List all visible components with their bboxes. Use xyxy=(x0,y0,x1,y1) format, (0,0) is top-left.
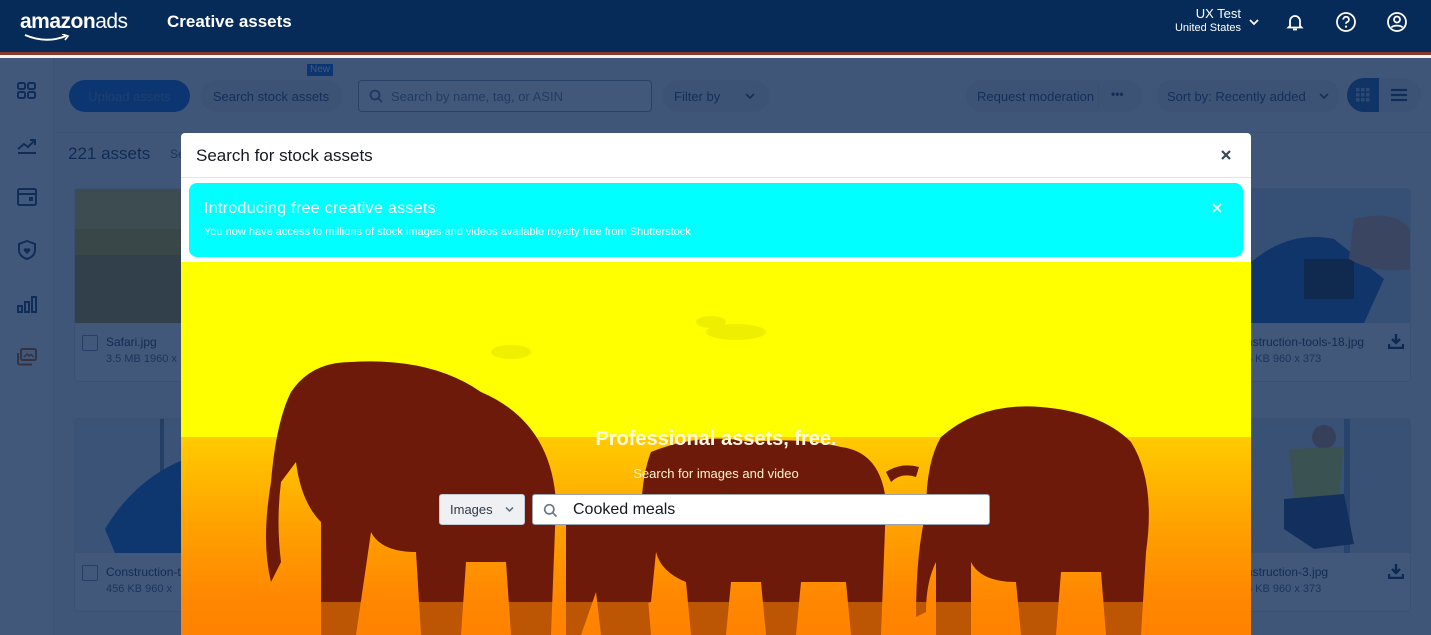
top-header: amazonads Creative assets UX Test United… xyxy=(0,0,1431,55)
logo-text-ads: ads xyxy=(95,10,128,33)
app-title: Creative assets xyxy=(167,12,292,31)
account-country: United States xyxy=(1174,22,1241,34)
stock-search-field[interactable] xyxy=(532,494,990,525)
account-name: UX Test xyxy=(1195,6,1241,21)
dismiss-banner-icon[interactable] xyxy=(1211,202,1223,214)
hero-subtitle: Search for images and video xyxy=(633,466,799,481)
hero-title: Professional assets, free. xyxy=(595,428,837,450)
account-switcher[interactable]: UX Test United States xyxy=(1165,6,1241,35)
banner-text: You now have access to millions of stock… xyxy=(204,226,691,238)
chevron-down-icon[interactable] xyxy=(1248,16,1260,28)
media-type-value: Images xyxy=(450,502,493,517)
notifications-bell-icon[interactable] xyxy=(1284,11,1306,33)
user-profile-icon[interactable] xyxy=(1386,11,1408,33)
close-icon[interactable] xyxy=(1219,148,1233,162)
amazon-smile-icon xyxy=(24,34,70,41)
info-banner: Introducing free creative assets You now… xyxy=(189,183,1243,257)
amazon-ads-logo[interactable]: amazonads xyxy=(20,10,128,41)
media-type-select[interactable]: Images xyxy=(439,494,525,525)
banner-title: Introducing free creative assets xyxy=(204,200,436,217)
stock-search-input[interactable] xyxy=(573,499,973,521)
help-icon[interactable] xyxy=(1335,11,1357,33)
logo-text-amazon: amazon xyxy=(20,10,96,33)
modal-header: Search for stock assets xyxy=(181,133,1251,178)
search-icon xyxy=(543,503,558,518)
chevron-down-icon xyxy=(505,506,514,513)
modal-title: Search for stock assets xyxy=(196,146,373,165)
stock-assets-modal: Search for stock assets Introducing free… xyxy=(181,133,1251,635)
stock-search-hero: Professional assets, free. Search for im… xyxy=(181,262,1251,635)
